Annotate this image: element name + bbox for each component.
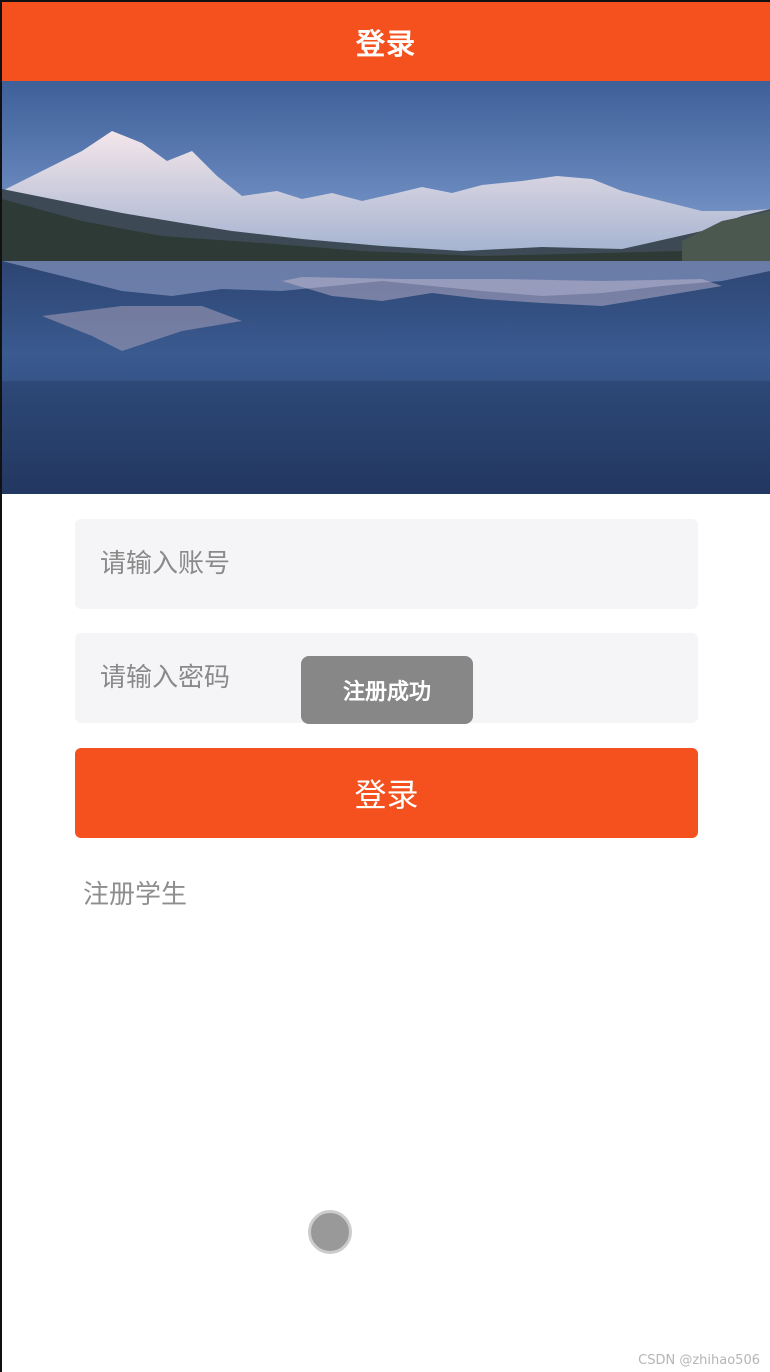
account-input[interactable] xyxy=(75,519,698,609)
account-field[interactable] xyxy=(75,519,698,609)
touch-indicator-icon xyxy=(308,1210,352,1254)
login-button[interactable]: 登录 xyxy=(75,748,698,838)
register-student-link[interactable]: 注册学生 xyxy=(83,874,187,911)
toast-text: 注册成功 xyxy=(342,680,431,705)
page-title: 登录 xyxy=(355,26,416,61)
watermark-text: CSDN @zhihao506 xyxy=(638,1353,760,1368)
toast-message: 注册成功 xyxy=(301,656,473,724)
banner-image xyxy=(2,81,770,494)
navigation-bar: 登录 xyxy=(2,2,770,81)
app-screen: 登录 请输入账号 登录 注册学生 注册成功 CSDN @zhihao506 xyxy=(0,0,770,1372)
mountain-lake-image xyxy=(2,81,770,494)
